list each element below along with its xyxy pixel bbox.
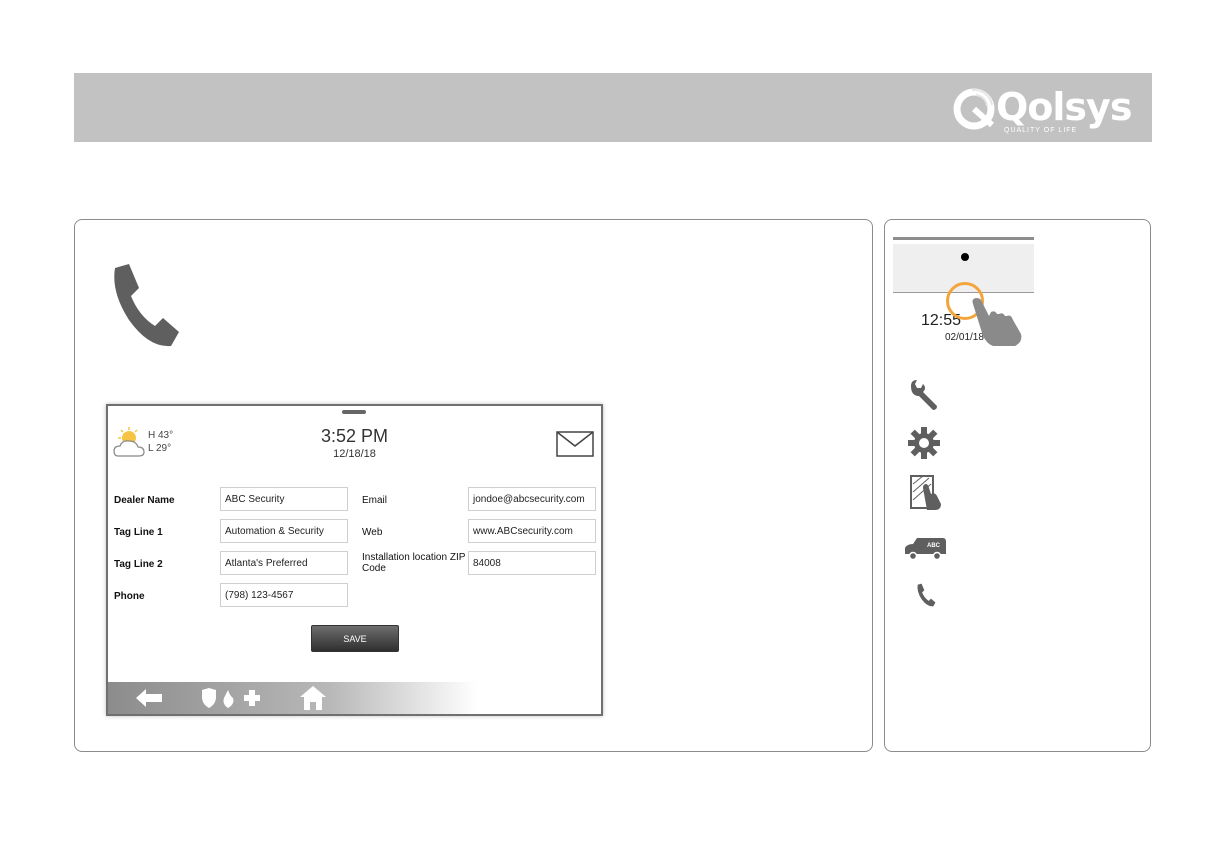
save-button[interactable]: SAVE <box>311 625 399 652</box>
main-panel: H 43° L 29° 3:52 PM 12/18/18 Dealer Name… <box>74 219 873 752</box>
tag-line-1-input[interactable]: Automation & Security <box>220 519 348 543</box>
zip-input[interactable]: 84008 <box>468 551 596 575</box>
swipe-dot <box>961 253 969 261</box>
web-label: Web <box>362 527 383 538</box>
wrench-icon <box>911 380 937 410</box>
installer-panel-icon <box>910 475 941 510</box>
phone-label: Phone <box>114 591 145 602</box>
tag-line-2-label: Tag Line 2 <box>114 559 163 570</box>
logo-tagline: QUALITY OF LIFE <box>1004 127 1078 134</box>
service-van-icon: ABC <box>905 538 946 560</box>
panel-clock: 3:52 PM <box>320 426 389 446</box>
phone-icon <box>114 264 179 347</box>
home-icon[interactable] <box>300 686 326 710</box>
flame-icon <box>223 690 234 708</box>
qolsys-logo: Qolsys QUALITY OF LIFE <box>952 83 1132 135</box>
emergency-icons[interactable] <box>200 688 264 708</box>
pull-down-handle[interactable] <box>342 410 366 414</box>
logo-mark-icon <box>953 88 995 130</box>
tag-line-2-input[interactable]: Atlanta's Preferred <box>220 551 348 575</box>
email-label: Email <box>362 495 388 506</box>
bottom-nav-bar <box>108 682 601 714</box>
van-badge: ABC <box>927 543 941 549</box>
dealer-name-label: Dealer Name <box>114 495 175 506</box>
medical-cross-icon <box>244 690 260 706</box>
dealer-name-input[interactable]: ABC Security <box>220 487 348 511</box>
zip-label: Installation location ZIP Code <box>362 552 466 574</box>
gear-icon <box>908 427 940 459</box>
logo-word: Qolsys <box>996 85 1132 129</box>
web-input[interactable]: www.ABCsecurity.com <box>468 519 596 543</box>
email-input[interactable]: jondoe@abcsecurity.com <box>468 487 596 511</box>
swipe-bar <box>893 237 1034 240</box>
panel-date: 12/18/18 <box>333 448 376 460</box>
panel-screenshot: H 43° L 29° 3:52 PM 12/18/18 Dealer Name… <box>106 404 603 716</box>
tag-line-1-label: Tag Line 1 <box>114 527 163 538</box>
header-band: Qolsys QUALITY OF LIFE <box>74 73 1152 142</box>
side-panel: 12:55 02/01/18 ABC <box>884 219 1151 752</box>
shield-icon <box>202 688 216 708</box>
mail-icon[interactable] <box>556 431 594 457</box>
back-arrow-icon[interactable] <box>136 689 162 707</box>
hand-pointer-icon <box>972 298 1022 346</box>
phone-input[interactable]: (798) 123-4567 <box>220 583 348 607</box>
phone-small-icon <box>917 583 936 607</box>
